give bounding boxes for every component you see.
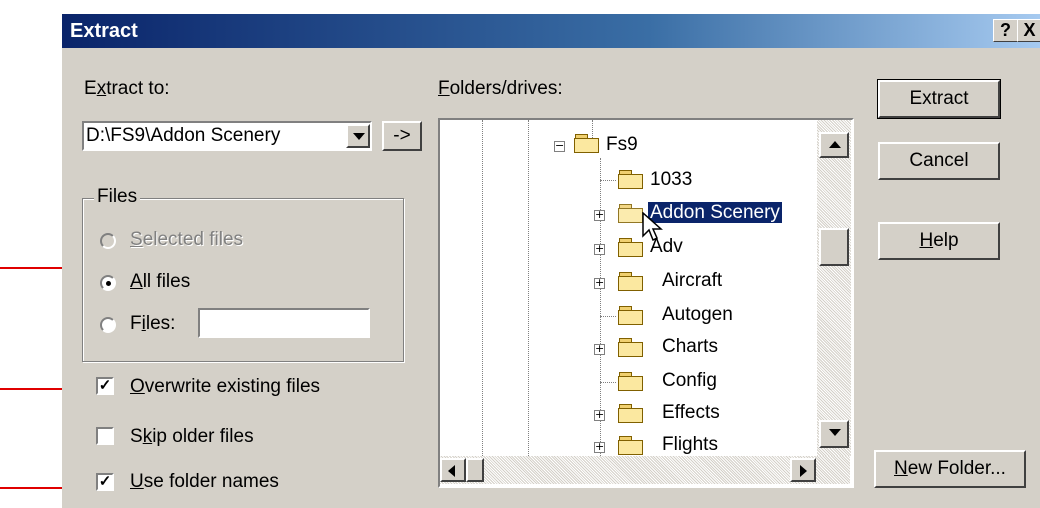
tree-guide (528, 120, 529, 460)
skip-older-checkbox[interactable] (96, 427, 114, 445)
scroll-down-button[interactable] (819, 420, 849, 448)
tree-item-aircraft[interactable]: Aircraft (662, 270, 722, 292)
tree-guide (482, 120, 483, 460)
tree-item-effects[interactable]: Effects (662, 402, 720, 424)
tree-connector (600, 180, 616, 181)
tree-item-config[interactable]: Config (662, 370, 717, 392)
arrow-down-icon (829, 429, 841, 436)
tree-item-1033[interactable]: 1033 (650, 169, 692, 191)
folder-icon (618, 306, 644, 326)
expand-icon[interactable]: + (594, 243, 605, 255)
arrow-right-icon (800, 465, 807, 477)
all-files-label[interactable]: All files (130, 271, 190, 293)
expand-icon[interactable]: + (594, 343, 605, 355)
extract-to-value: D:\FS9\Addon Scenery (86, 125, 281, 146)
expand-icon[interactable]: + (594, 209, 605, 221)
tree-item-flights[interactable]: Flights (662, 434, 718, 456)
files-input[interactable] (198, 308, 370, 338)
tree-item-charts[interactable]: Charts (662, 336, 718, 358)
expand-icon[interactable]: + (594, 441, 605, 453)
tree-connector (600, 382, 616, 383)
folder-icon (574, 134, 600, 154)
expand-icon[interactable]: + (594, 409, 605, 421)
close-button[interactable]: X (1017, 19, 1040, 42)
scroll-h-thumb[interactable] (466, 458, 484, 482)
arrow-up-icon (829, 141, 841, 148)
folder-icon (618, 238, 644, 258)
extract-dialog: Extract ? X Extract to: D:\FS9\Addon Sce… (62, 14, 1040, 508)
scroll-right-button[interactable] (790, 458, 816, 482)
scroll-up-button[interactable] (819, 132, 849, 158)
tree-item-addon-scenery[interactable]: Addon Scenery (647, 201, 783, 224)
cancel-button[interactable]: Cancel (878, 142, 1000, 180)
folder-icon (618, 338, 644, 358)
tree-item-fs9[interactable]: Fs9 (606, 134, 638, 156)
help-title-button[interactable]: ? (993, 19, 1018, 42)
folder-open-icon (618, 204, 644, 224)
overwrite-label[interactable]: Overwrite existing files (130, 376, 320, 398)
scroll-left-button[interactable] (440, 458, 466, 482)
arrow-left-icon (448, 465, 455, 477)
skip-older-label[interactable]: Skip older files (130, 426, 254, 448)
folder-icon (618, 272, 644, 292)
extract-to-combobox[interactable]: D:\FS9\Addon Scenery (82, 121, 372, 151)
window-title: Extract (70, 20, 138, 42)
radio-files[interactable] (100, 317, 116, 333)
tree-connector (600, 316, 616, 317)
selected-item-label: Addon Scenery (647, 201, 783, 224)
files-group-label: Files (94, 186, 141, 208)
go-button[interactable]: -> (382, 121, 422, 151)
extract-to-label: Extract to: (84, 78, 170, 99)
radio-all-files[interactable] (100, 275, 116, 291)
combo-dropdown-button[interactable] (346, 124, 370, 148)
overwrite-checkbox[interactable]: ✓ (96, 377, 114, 395)
folders-label: Folders/drives: (438, 78, 563, 99)
new-folder-button[interactable]: New Folder... (874, 450, 1026, 488)
collapse-icon[interactable]: − (554, 140, 565, 152)
radio-selected-files (100, 233, 116, 249)
tree-item-autogen[interactable]: Autogen (662, 304, 733, 326)
expand-icon[interactable]: + (594, 277, 605, 289)
folder-tree-content: − Fs9 1033 + Addon Scenery + Adv + Aircr… (438, 118, 858, 493)
folder-icon (618, 372, 644, 392)
scroll-thumb[interactable] (819, 228, 849, 266)
horizontal-scrollbar[interactable] (440, 456, 850, 484)
help-button[interactable]: Help (878, 222, 1000, 260)
use-folder-names-label[interactable]: Use folder names (130, 471, 279, 493)
extract-button[interactable]: Extract (877, 79, 1001, 119)
selected-files-label: Selected files (130, 229, 244, 250)
folder-icon (618, 436, 644, 456)
vertical-scrollbar[interactable] (817, 120, 851, 456)
chevron-down-icon (353, 133, 365, 140)
folder-icon (618, 404, 644, 424)
files-label[interactable]: Files: (130, 313, 175, 335)
tree-item-adv[interactable]: Adv (650, 236, 683, 258)
use-folder-names-checkbox[interactable]: ✓ (96, 473, 114, 491)
folder-icon (618, 170, 644, 190)
radio-dot-icon (106, 281, 111, 286)
title-bar[interactable]: Extract ? X (62, 14, 1040, 48)
